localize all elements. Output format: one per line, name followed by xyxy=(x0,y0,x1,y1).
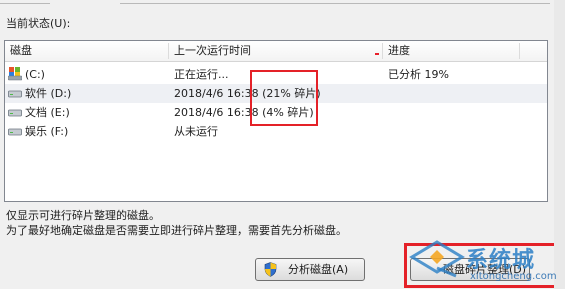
analyze-disk-button[interactable]: 分析磁盘(A) xyxy=(255,258,365,281)
disk-name: 文档 (E:) xyxy=(25,106,70,119)
xitongcheng-logo-icon xyxy=(409,240,465,278)
watermark-url: xitongcheng.com xyxy=(470,271,557,282)
current-status-label: 当前状态(U): xyxy=(6,17,71,30)
drive-icon xyxy=(8,128,22,136)
top-strip xyxy=(0,0,565,8)
last-run: 从未运行 xyxy=(174,125,218,138)
last-run: 正在运行... xyxy=(174,68,229,81)
progress: 已分析 19% xyxy=(388,68,449,81)
disk-name: (C:) xyxy=(25,68,45,81)
window-right-edge xyxy=(554,0,565,289)
list-header: 磁盘 上一次运行时间 进度 xyxy=(5,41,547,62)
column-header-progress[interactable]: 进度 xyxy=(383,41,523,61)
note-defrag-only: 仅显示可进行碎片整理的磁盘。 xyxy=(6,209,160,222)
watermark-title: 系统城 xyxy=(466,248,536,273)
system-drive-icon xyxy=(8,67,22,81)
uac-shield-icon xyxy=(264,262,277,277)
note-analyze-first: 为了最好地确定磁盘是否需要立即进行碎片整理，需要首先分析磁盘。 xyxy=(6,224,347,237)
fragmentation-highlight-box xyxy=(250,70,318,126)
disk-name: 娱乐 (F:) xyxy=(25,125,69,138)
drive-icon xyxy=(8,109,22,117)
sort-indicator-icon xyxy=(375,53,379,55)
column-header-disk[interactable]: 磁盘 xyxy=(5,41,169,61)
column-header-last-run[interactable]: 上一次运行时间 xyxy=(169,41,381,61)
disk-name: 软件 (D:) xyxy=(25,87,72,100)
drive-icon xyxy=(8,90,22,98)
analyze-disk-label: 分析磁盘(A) xyxy=(288,263,349,276)
